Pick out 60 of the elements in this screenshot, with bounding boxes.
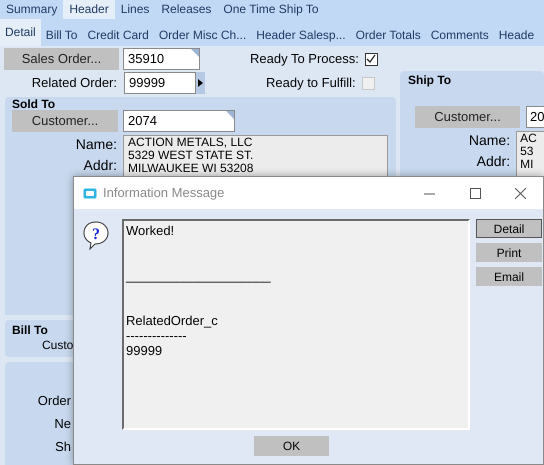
address-line: ACTION METALS, LLC xyxy=(128,136,254,149)
field-label: Sh xyxy=(55,438,71,455)
field-label: Custo xyxy=(42,337,74,353)
address-line: MI xyxy=(520,158,534,171)
tab[interactable]: Header xyxy=(63,0,115,19)
text-field[interactable]: 99999 xyxy=(124,72,196,94)
checkmark-icon xyxy=(366,54,376,64)
subtab[interactable]: Bill To xyxy=(40,19,82,46)
ok-button[interactable]: OK xyxy=(254,436,329,456)
subtab[interactable]: Heade xyxy=(494,19,540,46)
address-line: MILWAUKEE WI 53208 xyxy=(128,162,254,175)
corner-mark-icon xyxy=(191,49,199,57)
checkbox-label: Ready To Process: xyxy=(250,50,359,68)
message-line: Worked! xyxy=(126,223,176,238)
field-label: Addr: xyxy=(476,153,510,170)
field-label: Order xyxy=(38,392,71,409)
message-line: 99999 xyxy=(126,343,164,358)
tab[interactable]: Summary xyxy=(0,0,64,19)
tab[interactable]: Lines xyxy=(114,0,156,19)
arrow-button[interactable] xyxy=(196,72,205,94)
address-line: 53 xyxy=(520,145,534,158)
text-field[interactable]: 2074 xyxy=(123,110,235,132)
field-label: Name: xyxy=(76,136,117,153)
checkbox[interactable] xyxy=(364,52,378,66)
checkbox-label: Ready to Fulfill: xyxy=(266,74,356,92)
question-bubble-icon: ? xyxy=(83,221,109,250)
field-label: Ne xyxy=(54,415,71,432)
customer-button[interactable]: Customer... xyxy=(12,110,118,132)
panel-title: Sold To xyxy=(12,98,56,110)
dialog-button[interactable]: Print xyxy=(476,243,542,262)
subtab[interactable]: Header Salesp... xyxy=(251,19,351,46)
subtab[interactable]: Order Totals xyxy=(350,19,426,46)
text-field[interactable]: 35910 xyxy=(123,48,200,70)
sales-order-button[interactable]: Sales Order... xyxy=(4,48,119,70)
panel-title: Ship To xyxy=(408,74,452,86)
tab[interactable]: Releases xyxy=(155,0,218,19)
field-label: Related Order: xyxy=(30,74,117,92)
subtab[interactable]: Credit Card xyxy=(82,19,154,46)
dialog-button[interactable]: Email xyxy=(476,267,542,286)
field-label: Name: xyxy=(468,132,510,149)
subtab[interactable]: Comments xyxy=(426,19,494,46)
field-label: Addr: xyxy=(84,157,117,174)
message-line: -------------- xyxy=(126,328,188,343)
arrow-right-icon xyxy=(198,79,203,87)
subtab[interactable]: Detail xyxy=(0,19,41,46)
message-line: RelatedOrder_c xyxy=(126,313,219,328)
message-line: ____________________ xyxy=(126,268,272,283)
panel-title: Bill To xyxy=(12,323,48,337)
corner-mark-icon xyxy=(226,111,234,119)
address-line: AC xyxy=(520,132,538,145)
dialog-title: Information Message xyxy=(103,184,224,202)
maximize-icon[interactable] xyxy=(470,188,481,198)
subtab[interactable]: Order Misc Ch... xyxy=(154,19,252,46)
tab[interactable]: One Time Ship To xyxy=(217,0,325,19)
address-line: 5329 WEST STATE ST. xyxy=(128,149,254,162)
dialog-button[interactable]: Detail xyxy=(476,219,542,238)
customer-button[interactable]: Customer... xyxy=(415,106,520,128)
text-field[interactable]: 20 xyxy=(526,106,544,128)
window-icon xyxy=(83,188,97,198)
close-icon[interactable] xyxy=(515,188,526,198)
